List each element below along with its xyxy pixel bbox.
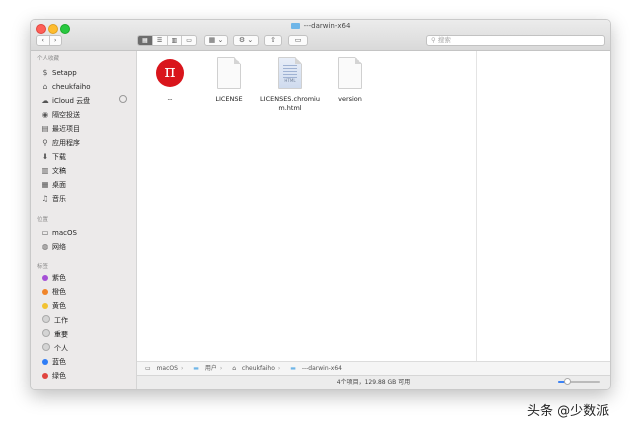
- sidebar-item-home[interactable]: ⌂ cheukfaiho: [40, 81, 91, 92]
- applications-icon: ⚲: [42, 138, 48, 147]
- folder-icon: ▬: [193, 365, 201, 372]
- sidebar-item-airdrop[interactable]: ◉ 隔空投送: [40, 109, 80, 120]
- tag-dot-icon: [42, 302, 48, 309]
- file-item[interactable]: π --: [139, 57, 201, 104]
- path-item[interactable]: ▬ 用户: [189, 365, 217, 372]
- sidebar-tag-orange[interactable]: 橙色: [40, 287, 66, 298]
- icon-view-button[interactable]: ▦: [138, 36, 153, 45]
- sidebar-tag-important[interactable]: 重要: [40, 329, 68, 340]
- tag-dot-icon: [42, 288, 48, 295]
- document-icon: [217, 57, 241, 89]
- tag-dot-icon: [42, 358, 48, 365]
- icloud-progress-icon: [119, 95, 127, 103]
- cloud-icon: ☁: [41, 96, 49, 105]
- share-button[interactable]: ⇧: [264, 35, 282, 46]
- tag-dot-icon: [42, 315, 50, 323]
- view-mode-control: ▦ ☰ ▥ ▭: [137, 35, 197, 46]
- pi-app-icon: π: [156, 59, 184, 87]
- sidebar-tag-blue[interactable]: 蓝色: [40, 357, 66, 368]
- download-icon: ⬇: [41, 152, 49, 161]
- home-icon: ⌂: [232, 365, 238, 372]
- sidebar-item-desktop[interactable]: ▦ 桌面: [40, 179, 66, 190]
- documents-icon: ▥: [41, 166, 49, 175]
- tags-header: 标签: [37, 264, 49, 270]
- search-icon: ⚲: [431, 36, 438, 44]
- sidebar-item-documents[interactable]: ▥ 文稿: [40, 165, 66, 176]
- path-bar: ▭ macOS › ▬ 用户 › ⌂ cheukfaiho › ▬ ---darwin…: [137, 361, 610, 375]
- nav-buttons: ‹ ›: [36, 35, 62, 46]
- music-icon: ♫: [41, 194, 49, 203]
- recents-icon: ▤: [41, 124, 49, 133]
- icon-size-slider[interactable]: [558, 378, 600, 385]
- tag-dot-icon: [42, 372, 48, 379]
- sidebar-item-setapp[interactable]: $ Setapp: [40, 67, 77, 78]
- status-text: 4个项目，129.88 GB 可用: [336, 379, 411, 386]
- file-area[interactable]: π -- LICENSE HTML LICENSES.chromium.html…: [137, 51, 610, 361]
- sidebar-item-network[interactable]: ◍ 网络: [40, 241, 66, 252]
- folder-icon: ▬: [290, 365, 298, 372]
- sidebar-tag-personal[interactable]: 个人: [40, 343, 68, 354]
- finder-window: ---darwin-x64 ‹ › ▦ ☰ ▥ ▭ ▦ ⌄ ⚙ ⌄ ⇧ ▭ ⚲ …: [30, 19, 611, 390]
- html-document-icon: HTML: [278, 57, 302, 89]
- window-title: ---darwin-x64: [31, 22, 610, 30]
- airdrop-icon: ◉: [41, 110, 49, 119]
- group-button[interactable]: ▦ ⌄: [204, 35, 228, 46]
- sidebar-item-downloads[interactable]: ⬇ 下载: [40, 151, 66, 162]
- setapp-icon: $: [42, 68, 48, 77]
- search-input[interactable]: ⚲ 搜索: [426, 35, 605, 46]
- file-item[interactable]: HTML LICENSES.chromium.html: [259, 57, 321, 112]
- sidebar-item-macos[interactable]: ▭ macOS: [40, 227, 76, 238]
- sidebar-tag-yellow[interactable]: 黄色: [40, 301, 66, 312]
- sidebar-item-icloud[interactable]: ☁ iCloud 云盘: [40, 95, 90, 106]
- disk-icon: ▭: [41, 228, 49, 237]
- tag-dot-icon: [42, 343, 50, 351]
- path-item[interactable]: ▭ macOS: [141, 365, 178, 372]
- path-item[interactable]: ▬ ---darwin-x64: [286, 365, 342, 372]
- file-item[interactable]: version: [319, 57, 381, 104]
- back-button[interactable]: ‹: [37, 36, 50, 45]
- tags-button[interactable]: ▭: [288, 35, 308, 46]
- titlebar: ---darwin-x64 ‹ › ▦ ☰ ▥ ▭ ▦ ⌄ ⚙ ⌄ ⇧ ▭ ⚲ …: [31, 20, 610, 51]
- tag-dot-icon: [42, 329, 50, 337]
- favorites-header: 个人收藏: [37, 56, 60, 62]
- disk-icon: ▭: [145, 365, 153, 372]
- sidebar-item-recents[interactable]: ▤ 最近项目: [40, 123, 80, 134]
- sidebar-item-music[interactable]: ♫ 音乐: [40, 193, 66, 204]
- sidebar-tag-work[interactable]: 工作: [40, 315, 68, 326]
- folder-icon: [290, 23, 300, 29]
- sidebar-tag-purple[interactable]: 紫色: [40, 273, 66, 284]
- tag-dot-icon: [42, 274, 48, 281]
- network-icon: ◍: [41, 242, 49, 251]
- forward-button[interactable]: ›: [49, 36, 61, 45]
- status-bar: 4个项目，129.88 GB 可用: [137, 375, 610, 389]
- slider-knob[interactable]: [564, 378, 571, 385]
- home-icon: ⌂: [42, 82, 48, 91]
- sidebar-item-applications[interactable]: ⚲ 应用程序: [40, 137, 80, 148]
- file-item[interactable]: LICENSE: [198, 57, 260, 104]
- path-item[interactable]: ⌂ cheukfaiho: [228, 365, 275, 372]
- sidebar: 个人收藏 $ Setapp ⌂ cheukfaiho ☁ iCloud 云盘 ◉ 隔空投…: [31, 51, 137, 389]
- column-divider: [476, 51, 477, 361]
- list-view-button[interactable]: ☰: [152, 36, 168, 45]
- watermark-text: 头条 @少数派: [527, 404, 610, 419]
- sidebar-tag-green[interactable]: 绿色: [40, 371, 66, 382]
- locations-header: 位置: [37, 217, 49, 223]
- gallery-view-button[interactable]: ▭: [182, 36, 196, 45]
- document-icon: [338, 57, 362, 89]
- action-button[interactable]: ⚙ ⌄: [233, 35, 259, 46]
- desktop-icon: ▦: [41, 180, 49, 189]
- column-view-button[interactable]: ▥: [167, 36, 183, 45]
